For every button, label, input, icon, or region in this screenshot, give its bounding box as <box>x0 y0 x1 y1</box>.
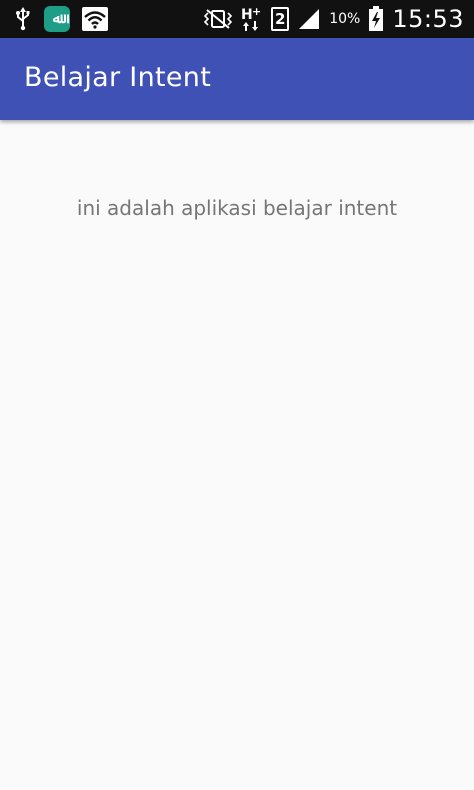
wifi-icon <box>82 7 108 31</box>
app-title: Belajar Intent <box>24 62 212 93</box>
usb-icon <box>14 7 32 31</box>
network-hplus-icon: H + <box>241 6 263 32</box>
status-bar-left: ﷲ <box>14 6 108 32</box>
battery-percentage: 10% <box>329 11 361 27</box>
signal-icon <box>297 7 321 31</box>
main-content: ini adalah aplikasi belajar intent <box>0 120 474 790</box>
sim-icon: 2 <box>271 7 290 31</box>
battery-icon <box>368 6 384 32</box>
app-badge-icon: ﷲ <box>44 6 70 32</box>
intro-message: ini adalah aplikasi belajar intent <box>76 196 398 220</box>
status-clock: 15:53 <box>392 5 464 33</box>
status-bar-right: H + 2 10% 15:53 <box>203 4 464 34</box>
app-bar: Belajar Intent <box>0 38 474 120</box>
svg-text:+: + <box>252 6 261 18</box>
status-bar: ﷲ H + 2 10% 15:53 <box>0 0 474 38</box>
vibrate-icon <box>203 8 233 30</box>
svg-text:H: H <box>241 7 253 23</box>
